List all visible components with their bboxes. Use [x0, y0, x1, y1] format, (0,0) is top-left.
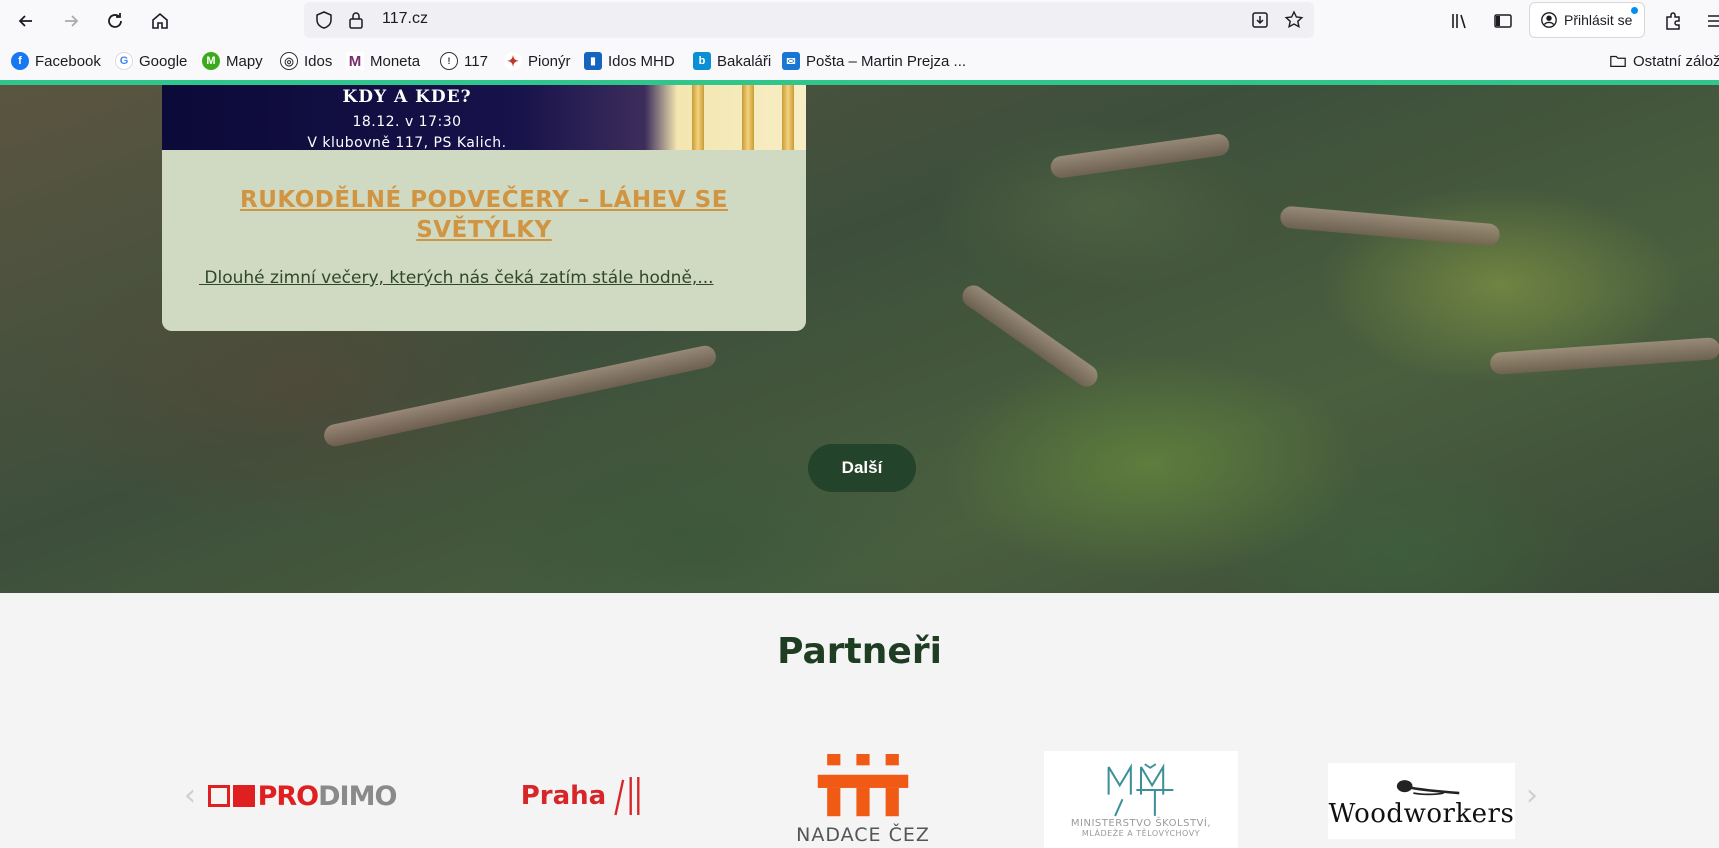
woodworkers-figure-icon	[1396, 780, 1459, 796]
other-bookmarks[interactable]: Ostatní zálož	[1609, 51, 1719, 71]
log-decoration	[1279, 205, 1501, 247]
carousel-prev-icon[interactable]: ‹	[178, 778, 202, 813]
idos-mhd-icon: ▮	[584, 52, 602, 70]
hero-forest-background: KDY A KDE? 18.12. v 17:30 V klubovně 117…	[0, 85, 1719, 593]
bookmark-star-icon[interactable]	[1284, 10, 1304, 30]
bookmark-label: Bakaláři	[717, 52, 772, 70]
msmt-text-line1: MINISTERSTVO ŠKOLSTVÍ,	[1070, 817, 1212, 829]
prodimo-suffix: DIMO	[318, 780, 397, 812]
account-icon	[1541, 12, 1557, 28]
event-image-date: 18.12. v 17:30	[352, 114, 462, 130]
logo-woodworkers[interactable]: Woodworkers	[1328, 763, 1515, 839]
event-card[interactable]: KDY A KDE? 18.12. v 17:30 V klubovně 117…	[162, 85, 806, 331]
log-decoration	[1489, 337, 1719, 375]
forward-icon[interactable]	[56, 6, 86, 36]
candle-decoration	[742, 85, 754, 150]
bookmark-mapy[interactable]: M Mapy	[202, 51, 263, 71]
browser-toolbar: 117.cz Přihlásit se	[0, 0, 1719, 42]
bookmark-label: Mapy	[226, 52, 263, 70]
badge-117-icon: !	[440, 52, 458, 70]
candle-decoration	[782, 85, 794, 150]
mapy-icon: M	[202, 52, 220, 70]
bookmark-posta[interactable]: ✉ Pošta – Martin Prejza ...	[782, 51, 966, 71]
woodworkers-text: Woodworkers	[1328, 799, 1515, 829]
logo-msmt[interactable]: MINISTERSTVO ŠKOLSTVÍ, MLÁDEŽE A TĚLOVÝC…	[1044, 751, 1238, 848]
reload-icon[interactable]	[100, 6, 130, 36]
event-excerpt-link[interactable]: Dlouhé zimní večery, kterých nás čeká za…	[199, 268, 759, 288]
bakalari-icon: b	[693, 52, 711, 70]
bookmark-label: 117	[464, 52, 488, 70]
bookmarks-toolbar: f Facebook G Google M Mapy ◎ Idos M Mone…	[0, 42, 1719, 80]
event-image[interactable]: KDY A KDE? 18.12. v 17:30 V klubovně 117…	[162, 85, 806, 151]
prodimo-square-icon	[207, 785, 230, 807]
bookmark-bakalari[interactable]: b Bakaláři	[693, 51, 771, 71]
globe-icon: ◎	[280, 52, 298, 70]
facebook-icon: f	[11, 52, 29, 70]
bookmark-label: Idos MHD	[608, 52, 675, 70]
notification-dot	[1631, 7, 1638, 14]
bookmark-idos-mhd[interactable]: ▮ Idos MHD	[584, 51, 675, 71]
logo-prodimo[interactable]: PRO DIMO	[206, 780, 398, 812]
event-image-place: V klubovně 117, PS Kalich.	[307, 135, 507, 151]
msmt-text-line2: MLÁDEŽE A TĚLOVÝCHOVY	[1081, 828, 1201, 838]
partners-section: Partneři ‹ › PRO DIMO Praha NADACE ČEZ M…	[0, 593, 1719, 848]
google-icon: G	[115, 52, 133, 70]
next-button[interactable]: Další	[808, 444, 916, 492]
candle-decoration	[692, 85, 704, 150]
address-bar[interactable]: 117.cz	[304, 2, 1314, 38]
carousel-next-icon[interactable]: ›	[1520, 778, 1544, 813]
moneta-icon: M	[346, 52, 364, 70]
other-bookmarks-label: Ostatní zálož	[1633, 52, 1719, 70]
log-decoration	[322, 343, 718, 449]
url-text[interactable]: 117.cz	[382, 10, 428, 28]
extensions-icon[interactable]	[1658, 6, 1688, 36]
event-image-title: KDY A KDE?	[342, 87, 472, 107]
bookmark-label: Idos	[304, 52, 333, 70]
prodimo-square-icon	[232, 785, 255, 807]
bookmark-idos[interactable]: ◎ Idos	[280, 51, 332, 71]
bookmark-label: Google	[139, 52, 188, 70]
bookmark-facebook[interactable]: f Facebook	[11, 51, 101, 71]
folder-icon	[1610, 55, 1626, 68]
library-icon[interactable]	[1444, 6, 1474, 36]
logo-nadace-cez[interactable]: NADACE ČEZ	[793, 751, 933, 848]
log-decoration	[958, 281, 1102, 391]
menu-icon[interactable]	[1700, 6, 1719, 36]
partners-heading: Partneři	[777, 631, 942, 672]
prodimo-prefix: PRO	[257, 780, 320, 812]
bookmark-moneta[interactable]: M Moneta	[346, 51, 420, 71]
signin-button[interactable]: Přihlásit se	[1529, 2, 1645, 38]
cez-symbol-icon	[817, 753, 909, 816]
log-decoration	[1049, 132, 1231, 180]
bookmark-label: Pionýr	[528, 52, 571, 70]
signin-label: Přihlásit se	[1564, 12, 1633, 28]
msmt-monogram-icon	[1107, 762, 1174, 816]
bookmark-label: Moneta	[370, 52, 421, 70]
pionyr-icon: ✦	[504, 52, 522, 70]
bookmark-google[interactable]: G Google	[115, 51, 187, 71]
download-page-icon[interactable]	[1250, 10, 1270, 30]
sidebar-icon[interactable]	[1488, 6, 1518, 36]
logo-praha[interactable]: Praha	[515, 771, 650, 821]
cez-text: NADACE ČEZ	[796, 823, 930, 846]
bookmark-117[interactable]: ! 117	[440, 51, 488, 71]
shield-icon[interactable]	[314, 10, 334, 30]
home-icon[interactable]	[145, 6, 175, 36]
back-icon[interactable]	[11, 6, 41, 36]
praha-text: Praha	[520, 781, 607, 811]
bookmark-label: Pošta – Martin Prejza ...	[806, 52, 967, 70]
lock-icon[interactable]	[346, 10, 366, 30]
mail-icon: ✉	[782, 52, 800, 70]
bookmark-label: Facebook	[35, 52, 101, 70]
event-title-link[interactable]: RUKODĚLNÉ PODVEČERY – LÁHEV SE SVĚTÝLKY	[202, 185, 766, 245]
praha-lines-icon	[614, 777, 640, 816]
bookmark-pionyr[interactable]: ✦ Pionýr	[504, 51, 571, 71]
